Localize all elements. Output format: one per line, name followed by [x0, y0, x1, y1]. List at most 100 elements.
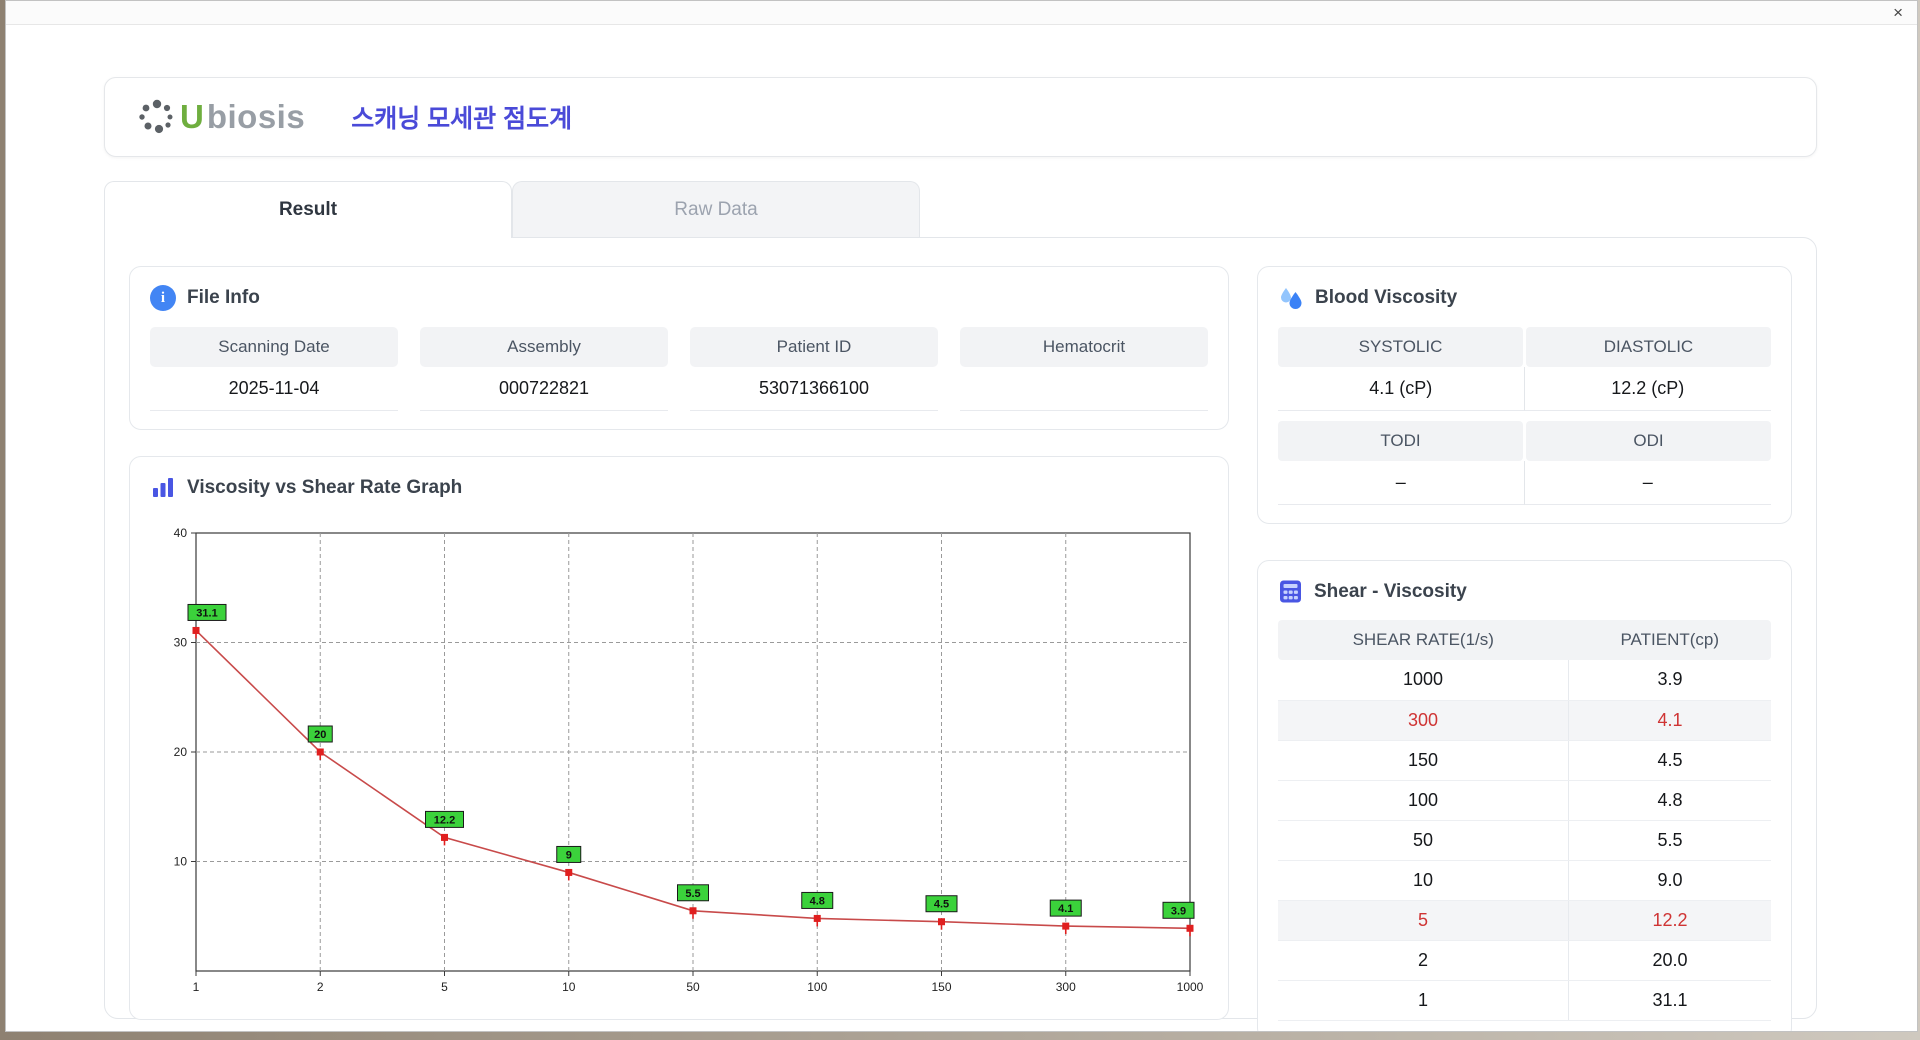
bv-value-row-1: 4.1 (cP) 12.2 (cP) — [1278, 367, 1771, 411]
svg-text:9: 9 — [566, 849, 572, 861]
table-row: 100 4.8 — [1278, 780, 1771, 821]
field-label: Hematocrit — [960, 327, 1208, 367]
tab-result[interactable]: Result — [104, 181, 512, 238]
svg-text:31.1: 31.1 — [196, 607, 217, 619]
table-row: 2 20.0 — [1278, 940, 1771, 981]
shear-rate-cell: 100 — [1278, 780, 1569, 821]
patient-cell: 4.8 — [1568, 780, 1771, 821]
page-title: 스캐닝 모세관 점도계 — [351, 105, 573, 133]
table-row: 1000 3.9 — [1278, 660, 1771, 701]
bv-header-row-1: SYSTOLIC DIASTOLIC — [1278, 327, 1771, 367]
svg-text:1000: 1000 — [1177, 980, 1204, 994]
svg-text:5.5: 5.5 — [685, 888, 700, 900]
blood-viscosity-card: Blood Viscosity SYSTOLIC DIASTOLIC 4.1 (… — [1257, 266, 1792, 524]
shear-rate-cell: 1 — [1278, 980, 1569, 1021]
systolic-label: SYSTOLIC — [1278, 327, 1523, 367]
graph-title: Viscosity vs Shear Rate Graph — [187, 477, 463, 498]
svg-text:1: 1 — [193, 980, 200, 994]
field-assembly: Assembly 000722821 — [420, 327, 668, 411]
patient-cell: 4.1 — [1568, 700, 1771, 741]
svg-text:30: 30 — [174, 636, 188, 650]
field-value: 53071366100 — [690, 367, 938, 411]
logo-text-rest: biosis — [206, 98, 306, 135]
table-row: 150 4.5 — [1278, 740, 1771, 781]
field-value: 2025-11-04 — [150, 367, 398, 411]
tab-bar: Result Raw Data — [104, 181, 1817, 238]
field-value: 000722821 — [420, 367, 668, 411]
table-row: 300 4.1 — [1278, 700, 1771, 741]
droplet-icon — [1281, 288, 1302, 309]
left-column: i File Info Scanning Date 2025-11-04 Ass… — [129, 266, 1229, 1020]
field-label: Assembly — [420, 327, 668, 367]
tab-raw-data[interactable]: Raw Data — [512, 181, 920, 237]
svg-text:2: 2 — [317, 980, 324, 994]
svg-text:100: 100 — [807, 980, 827, 994]
diastolic-label: DIASTOLIC — [1526, 327, 1771, 367]
graph-title-row: Viscosity vs Shear Rate Graph — [150, 475, 1208, 501]
svg-text:300: 300 — [1056, 980, 1076, 994]
tab-result-label: Result — [278, 199, 338, 220]
svg-text:150: 150 — [931, 980, 951, 994]
shear-rate-cell: 300 — [1278, 700, 1569, 741]
bv-header-row-2: TODI ODI — [1278, 421, 1771, 461]
column-patient: PATIENT(cp) — [1568, 620, 1771, 660]
svg-text:10: 10 — [562, 980, 576, 994]
close-icon[interactable]: × — [1893, 1, 1903, 24]
svg-text:20: 20 — [314, 729, 326, 741]
svg-text:3.9: 3.9 — [1171, 905, 1186, 917]
patient-cell: 3.9 — [1568, 660, 1771, 701]
field-patient-id: Patient ID 53071366100 — [690, 327, 938, 411]
odi-label: ODI — [1526, 421, 1771, 461]
svg-text:12.2: 12.2 — [434, 814, 455, 826]
viscosity-chart: 10 20 30 40 1 2 5 10 50 100 150 300 1000 31.1 20 12.2 9 5… — [174, 526, 1204, 994]
svg-text:4.1: 4.1 — [1058, 903, 1073, 915]
header: Ubiosis 스캐닝 모세관 점도계 — [104, 77, 1817, 157]
viscosity-graph-card: Viscosity vs Shear Rate Graph 10 20 30 40 1 2… — [129, 456, 1229, 1020]
table-row: 5 12.2 — [1278, 900, 1771, 941]
todi-value: – — [1278, 461, 1525, 505]
calculator-icon — [1280, 580, 1301, 603]
ubiosis-logo: Ubiosis — [137, 97, 305, 137]
shear-rate-cell: 2 — [1278, 940, 1569, 981]
field-label: Patient ID — [690, 327, 938, 367]
patient-cell: 12.2 — [1568, 900, 1771, 941]
patient-cell: 31.1 — [1568, 980, 1771, 1021]
svg-text:50: 50 — [686, 980, 700, 994]
file-info-fields: Scanning Date 2025-11-04 Assembly 000722… — [150, 327, 1208, 411]
app-content: Ubiosis 스캐닝 모세관 점도계 Result Raw Data i Fi… — [6, 25, 1917, 1031]
column-shear-rate: SHEAR RATE(1/s) — [1278, 620, 1569, 660]
svg-text:4.8: 4.8 — [810, 895, 825, 907]
todi-label: TODI — [1278, 421, 1523, 461]
patient-cell: 20.0 — [1568, 940, 1771, 981]
systolic-value: 4.1 (cP) — [1278, 367, 1525, 411]
table-row: 10 9.0 — [1278, 860, 1771, 901]
bv-value-row-2: – – — [1278, 461, 1771, 505]
shear-viscosity-card: Shear - Viscosity SHEAR RATE(1/s) PATIEN… — [1257, 560, 1792, 1031]
app-window: × Ubiosis 스캐닝 모세관 점도계 Result Raw Data i … — [5, 0, 1918, 1032]
file-info-card: i File Info Scanning Date 2025-11-04 Ass… — [129, 266, 1229, 430]
file-info-title-row: i File Info — [150, 285, 1208, 311]
shear-rate-cell: 1000 — [1278, 660, 1569, 701]
svg-text:5: 5 — [441, 980, 448, 994]
bar-chart-icon — [153, 478, 173, 497]
odi-value: – — [1524, 461, 1771, 505]
patient-cell: 5.5 — [1568, 820, 1771, 861]
tab-raw-data-label: Raw Data — [674, 198, 758, 220]
file-info-title: File Info — [187, 287, 260, 308]
titlebar: × — [6, 1, 1917, 25]
shear-viscosity-title-row: Shear - Viscosity — [1278, 579, 1771, 604]
blood-viscosity-title: Blood Viscosity — [1315, 287, 1458, 308]
patient-cell: 9.0 — [1568, 860, 1771, 901]
svg-text:10: 10 — [174, 855, 188, 869]
shear-rate-cell: 10 — [1278, 860, 1569, 901]
field-scanning-date: Scanning Date 2025-11-04 — [150, 327, 398, 411]
diastolic-value: 12.2 (cP) — [1524, 367, 1771, 411]
logo-text-u: U — [180, 98, 204, 135]
svg-text:20: 20 — [174, 745, 188, 759]
shear-rate-cell: 150 — [1278, 740, 1569, 781]
field-value — [960, 367, 1208, 411]
field-label: Scanning Date — [150, 327, 398, 367]
shear-viscosity-title: Shear - Viscosity — [1314, 580, 1467, 602]
patient-cell: 4.5 — [1568, 740, 1771, 781]
blood-viscosity-title-row: Blood Viscosity — [1278, 285, 1771, 311]
